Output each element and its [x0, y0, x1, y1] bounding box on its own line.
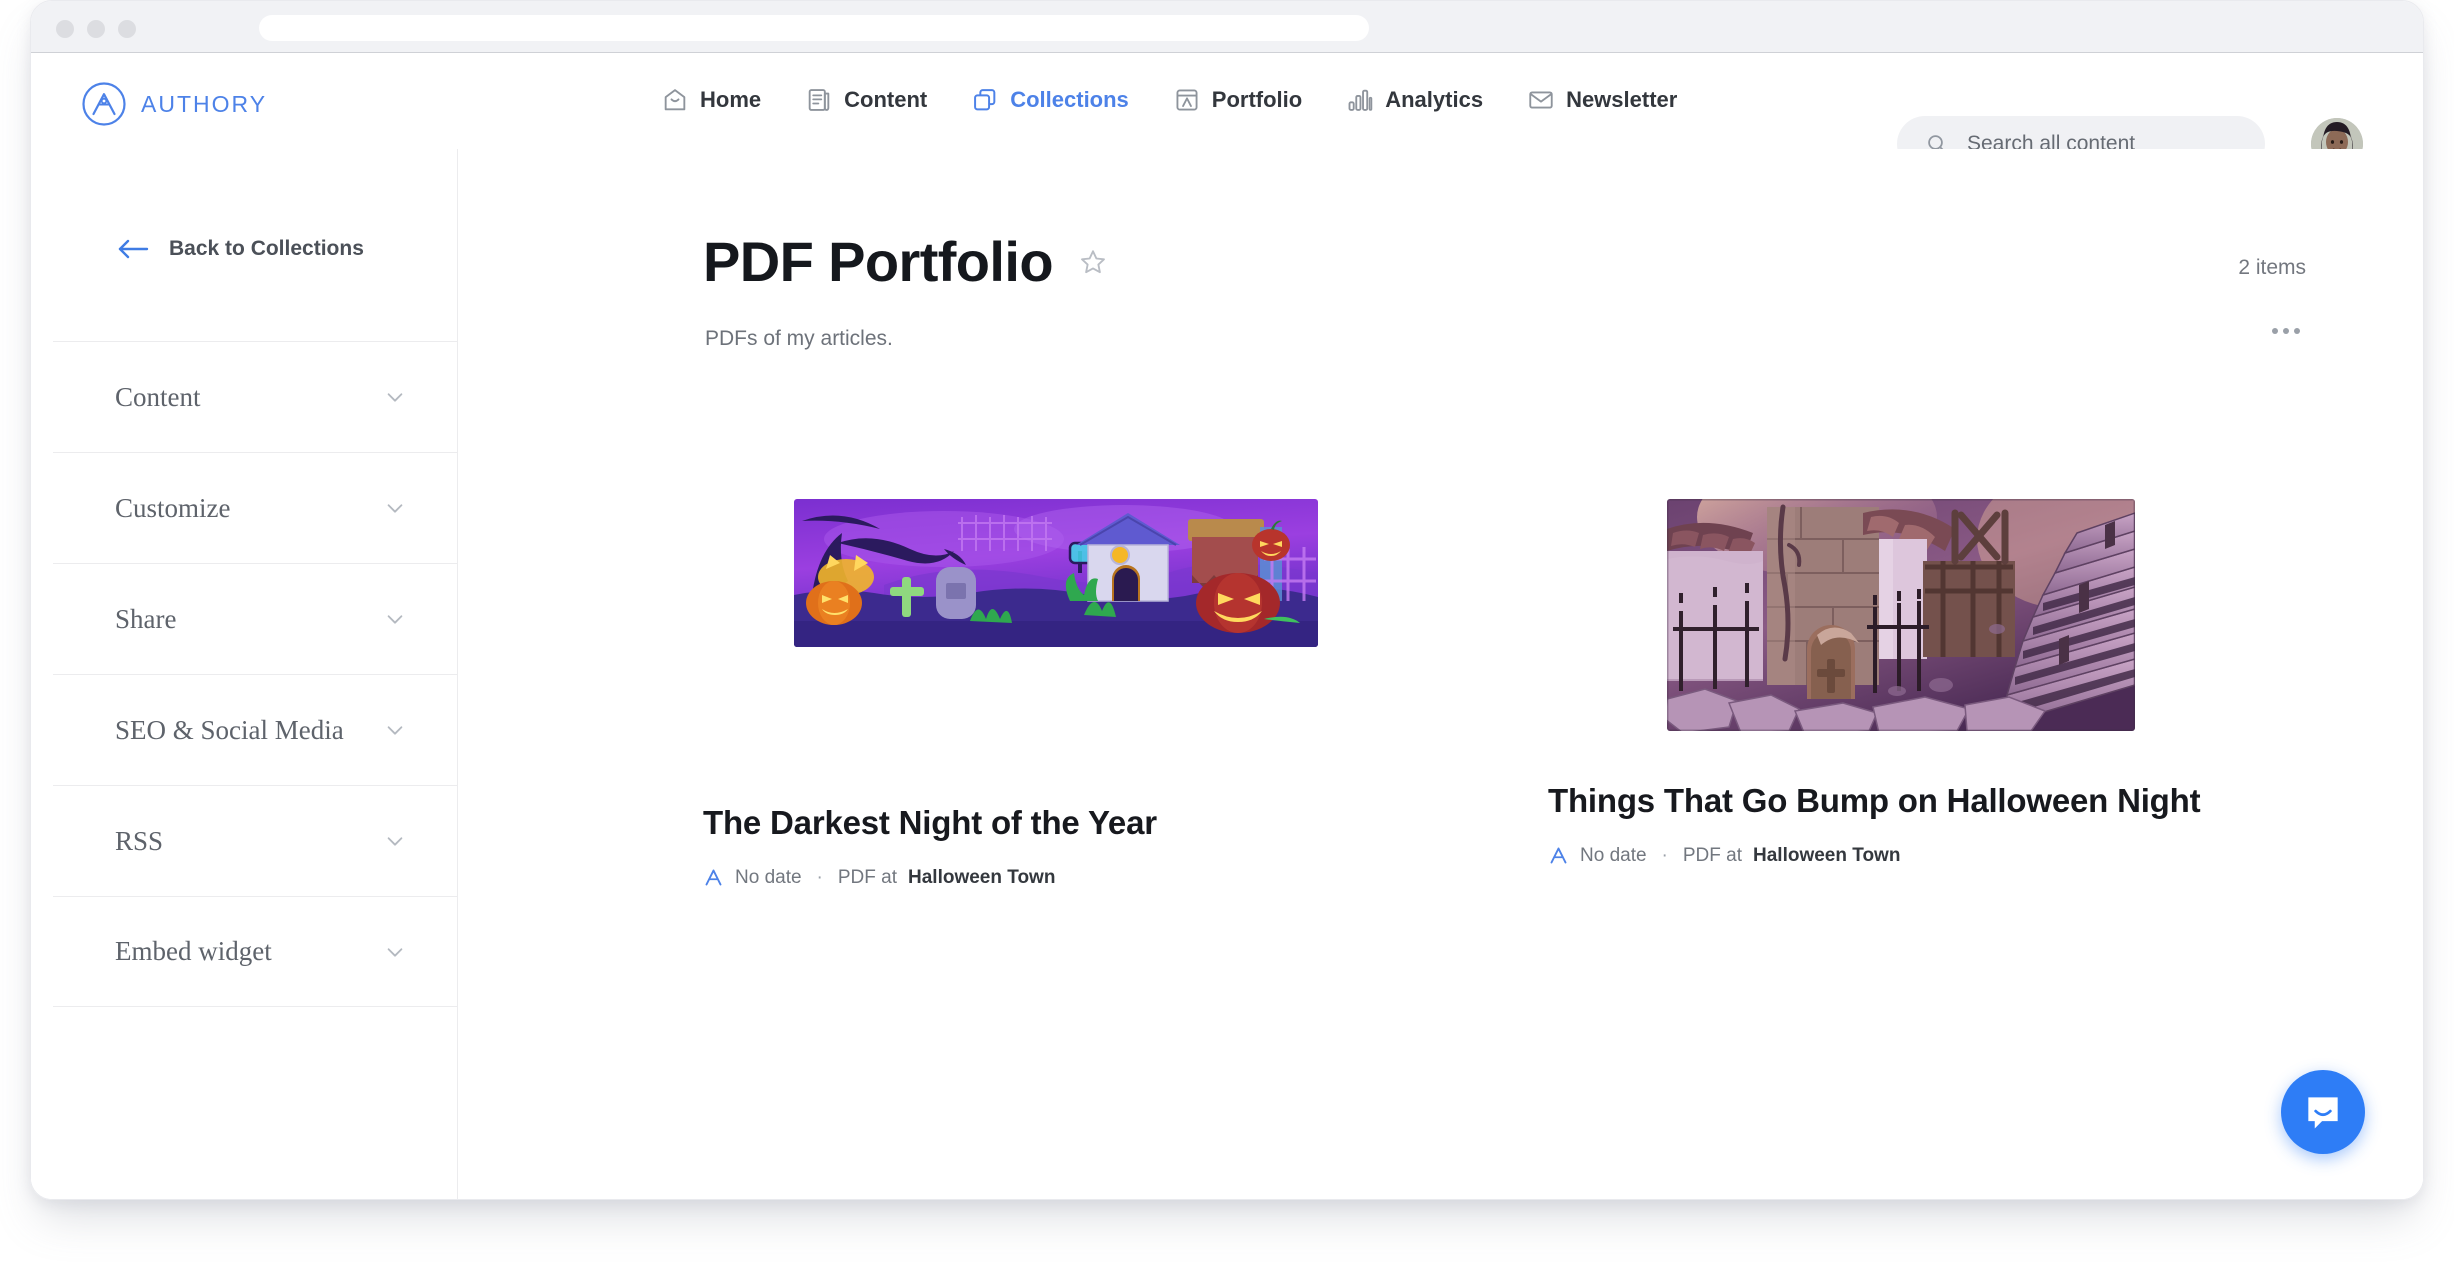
collection-more-menu-button[interactable] [2264, 316, 2308, 346]
card-title: The Darkest Night of the Year [703, 804, 1157, 841]
nav-item-content[interactable]: Content [805, 86, 927, 114]
authory-circle-a-icon [82, 82, 126, 126]
page-viewport: AUTHORY Home Content Collections Portfol… [31, 54, 2423, 1199]
collection-items-grid: The Darkest Night of the Year No date · … [703, 499, 2393, 889]
card-thumbnail-wrap [703, 499, 1408, 729]
sidebar-item-content[interactable]: Content [53, 341, 458, 452]
more-horizontal-icon [2272, 328, 2278, 334]
page-title: PDF Portfolio [703, 230, 1054, 293]
card-date: No date [735, 866, 802, 888]
newsletter-icon [1529, 91, 1553, 109]
back-to-collections-button[interactable]: Back to Collections [116, 237, 364, 261]
analytics-icon [1348, 89, 1373, 111]
sidebar-item-label: Share [115, 603, 177, 634]
sidebar-item-seo-social-media[interactable]: SEO & Social Media [53, 674, 458, 785]
top-navigation-bar: AUTHORY Home Content Collections Portfol… [31, 54, 2423, 172]
list-item[interactable]: The Darkest Night of the Year No date · … [703, 499, 1408, 889]
window-traffic-lights [56, 20, 136, 38]
url-bar[interactable] [259, 15, 1369, 41]
sidebar-item-label: Content [115, 381, 201, 412]
title-row: PDF Portfolio [703, 234, 2308, 290]
nav-item-analytics[interactable]: Analytics [1346, 86, 1483, 114]
star-outline-icon[interactable] [1079, 248, 1107, 276]
nav-item-collections[interactable]: Collections [971, 86, 1129, 114]
back-to-collections-label: Back to Collections [169, 237, 364, 260]
close-window-button[interactable] [56, 20, 74, 38]
card-meta: No date · PDF at Halloween Town [1548, 845, 2253, 867]
collection-header: PDF Portfolio PDFs of my articles. 2 ite… [703, 234, 2308, 351]
chevron-down-icon [387, 615, 403, 624]
collection-description: PDFs of my articles. [705, 327, 893, 350]
nav-item-label: Home [700, 87, 762, 112]
chat-launcher-button[interactable] [2281, 1070, 2365, 1154]
sidebar-item-label: Customize [115, 492, 231, 523]
sidebar-item-label: RSS [115, 825, 164, 856]
items-count: 2 items [2238, 256, 2306, 279]
card-thumbnail-image [793, 499, 1318, 647]
nav-item-label: Content [844, 87, 928, 112]
more-horizontal-icon [2294, 328, 2300, 334]
card-source-prefix: PDF at [837, 866, 897, 888]
sidebar-item-rss[interactable]: RSS [53, 785, 458, 896]
chevron-down-icon [387, 837, 403, 846]
card-date: No date [1580, 844, 1647, 866]
chevron-down-icon [387, 947, 403, 957]
sidebar-item-embed-widget[interactable]: Embed widget [53, 896, 458, 1007]
home-icon [664, 89, 686, 111]
nav-item-label: Newsletter [1566, 87, 1678, 112]
content-icon [808, 89, 830, 111]
sidebar-sections: Content Customize Share SEO & Social Med… [53, 341, 458, 1007]
chat-bubble-icon [2308, 1097, 2338, 1129]
sidebar-item-customize[interactable]: Customize [53, 452, 458, 563]
chevron-down-icon [387, 393, 403, 402]
arrow-left-icon [118, 239, 149, 259]
maximize-window-button[interactable] [118, 20, 136, 38]
more-horizontal-icon [2283, 328, 2289, 334]
chevron-down-icon [387, 726, 403, 735]
sidebar-item-label: SEO & Social Media [115, 714, 344, 745]
card-source: Halloween Town [1753, 844, 1901, 866]
card-title: Things That Go Bump on Halloween Night [1548, 782, 2201, 819]
nav-item-newsletter[interactable]: Newsletter [1527, 86, 1677, 114]
sidebar-item-label: Embed widget [115, 936, 272, 966]
nav-item-label: Collections [1010, 87, 1129, 112]
card-thumbnail-wrap [1548, 499, 2253, 731]
authory-mark-icon [1550, 847, 1567, 864]
collections-icon [974, 89, 996, 111]
nav-item-portfolio[interactable]: Portfolio [1173, 86, 1302, 114]
sidebar-item-share[interactable]: Share [53, 563, 458, 674]
brand-name: AUTHORY [141, 90, 268, 117]
card-meta: No date · PDF at Halloween Town [703, 867, 1408, 889]
browser-window: AUTHORY Home Content Collections Portfol… [30, 0, 2424, 1200]
nav-item-home[interactable]: Home [661, 86, 761, 114]
main-content: PDF Portfolio PDFs of my articles. 2 ite… [458, 149, 2423, 1199]
card-thumbnail-image [1666, 499, 2135, 731]
authory-mark-icon [705, 869, 722, 886]
meta-separator: · [816, 866, 823, 888]
browser-chrome [31, 1, 2423, 53]
portfolio-icon [1176, 89, 1198, 111]
nav-item-label: Portfolio [1211, 87, 1303, 112]
authory-logo[interactable]: AUTHORY [81, 81, 267, 127]
nav-item-label: Analytics [1385, 87, 1484, 112]
collection-sidebar: Back to Collections Content Customize Sh… [31, 149, 458, 1199]
meta-separator: · [1661, 844, 1668, 866]
card-source-prefix: PDF at [1682, 844, 1742, 866]
minimize-window-button[interactable] [87, 20, 105, 38]
card-source: Halloween Town [908, 866, 1056, 888]
list-item[interactable]: Things That Go Bump on Halloween Night N… [1548, 499, 2253, 889]
chevron-down-icon [387, 504, 403, 513]
nav-items: Home Content Collections Portfolio Analy… [661, 86, 1677, 114]
